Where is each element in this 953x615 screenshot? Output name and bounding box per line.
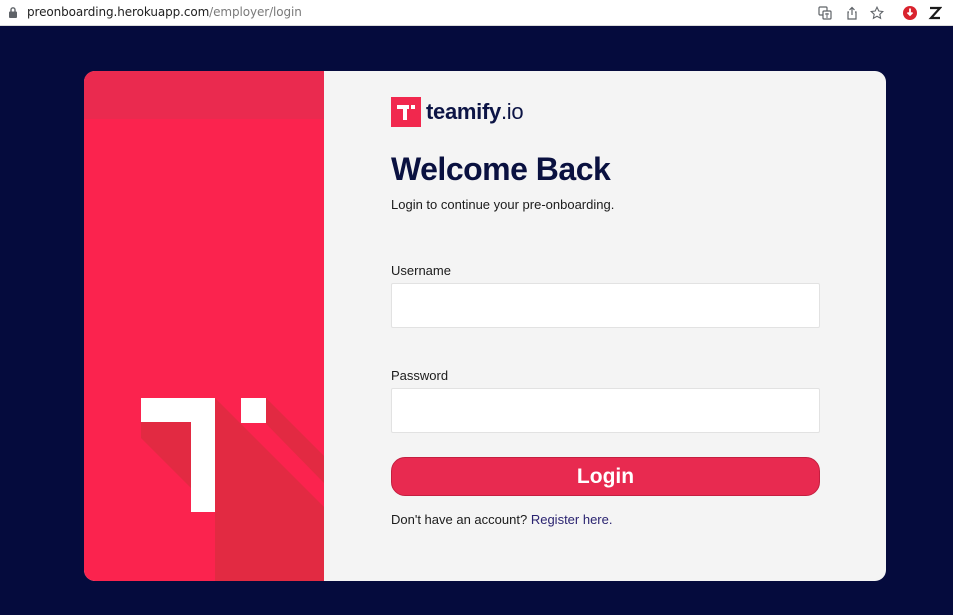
url-path: /employer/login <box>209 5 302 19</box>
username-input[interactable] <box>391 283 820 328</box>
password-label: Password <box>391 368 449 383</box>
login-card: teamify.io Welcome Back Login to continu… <box>84 71 886 581</box>
lock-icon[interactable] <box>8 6 18 19</box>
register-link[interactable]: Register here. <box>531 512 613 527</box>
teamify-logo-icon <box>391 97 421 127</box>
brand-name-suffix: .io <box>500 99 524 124</box>
hero-panel <box>84 71 324 581</box>
brand-name: teamify.io <box>426 99 524 125</box>
extension-z-icon[interactable] <box>926 4 944 22</box>
brand-logo: teamify.io <box>391 97 524 127</box>
register-prompt: Don't have an account? Register here. <box>391 512 612 527</box>
share-icon[interactable] <box>843 4 861 22</box>
hero-logo-icon <box>141 398 324 581</box>
brand-name-bold: teamify <box>426 99 501 124</box>
extension-shield-icon[interactable] <box>901 4 919 22</box>
username-label: Username <box>391 263 451 278</box>
url-text[interactable]: preonboarding.herokuapp.com/employer/log… <box>27 5 302 19</box>
url-host: preonboarding.herokuapp.com <box>27 5 210 19</box>
star-icon[interactable] <box>868 4 886 22</box>
login-button[interactable]: Login <box>391 457 820 496</box>
register-prompt-text: Don't have an account? <box>391 512 528 527</box>
password-input[interactable] <box>391 388 820 433</box>
browser-address-bar: preonboarding.herokuapp.com/employer/log… <box>0 0 953 26</box>
page-subtitle: Login to continue your pre-onboarding. <box>391 197 615 212</box>
page-title: Welcome Back <box>391 151 611 187</box>
translate-icon[interactable] <box>816 4 834 22</box>
